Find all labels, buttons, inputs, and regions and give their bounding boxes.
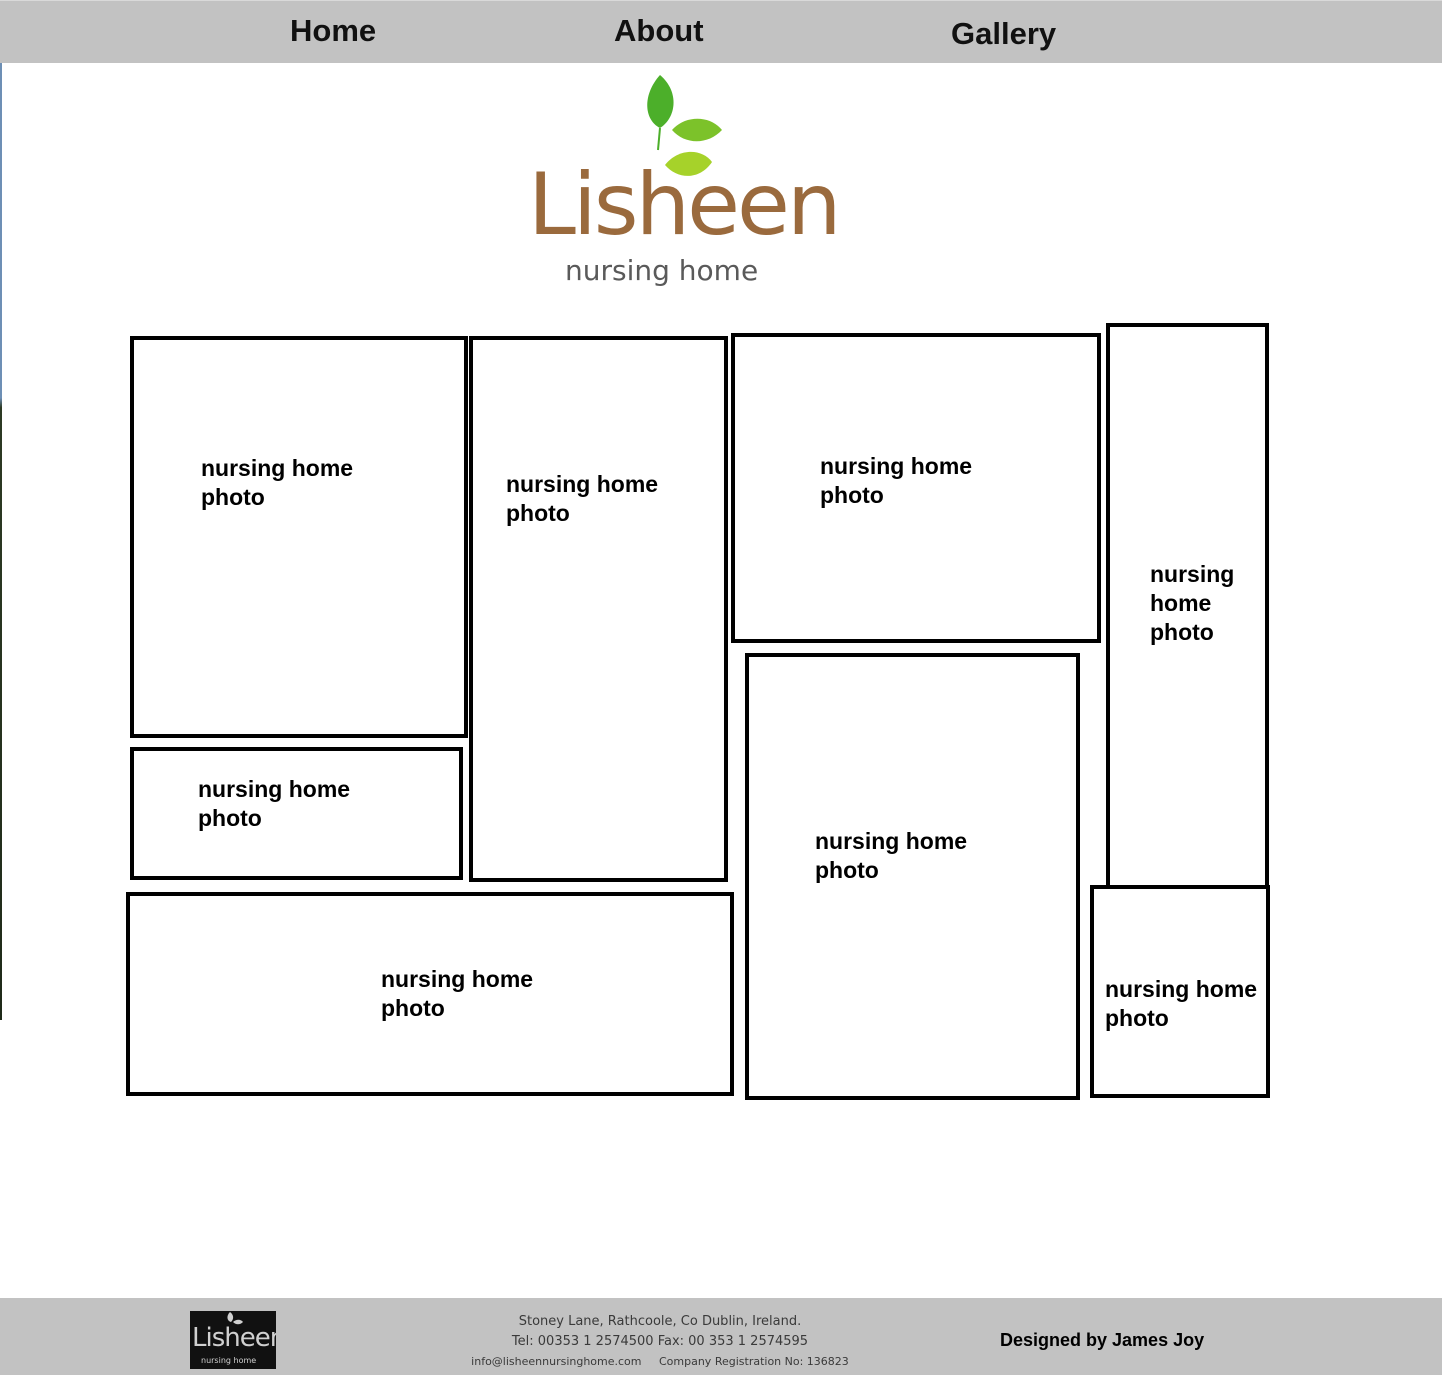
top-nav: Home About Gallery <box>0 0 1442 63</box>
photo-label: nursing home photo <box>1150 561 1235 645</box>
photo-placeholder[interactable]: nursing home photo <box>126 892 734 1096</box>
footer-logo-subtitle: nursing home <box>201 1356 257 1365</box>
nav-about-link[interactable]: About <box>614 15 704 46</box>
footer-phone-line: Tel: 00353 1 2574500 Fax: 00 353 1 25745… <box>511 1334 809 1349</box>
photo-placeholder[interactable]: nursing home photo <box>745 653 1080 1100</box>
photo-label: nursing home photo <box>201 455 354 510</box>
photo-label: nursing home photo <box>820 453 973 508</box>
footer-logo: Lisheen nursing home <box>190 1311 276 1369</box>
designed-by-credit: Designed by James Joy <box>1000 1330 1205 1350</box>
nav-home-link[interactable]: Home <box>290 15 376 46</box>
nav-gallery-link[interactable]: Gallery <box>951 18 1056 49</box>
photo-placeholder[interactable]: nursing home photo <box>1090 885 1270 1098</box>
footer-address: Stoney Lane, Rathcoole, Co Dublin, Irela… <box>440 1312 880 1371</box>
logo-wordmark: Lisheen <box>528 155 841 255</box>
logo-subtitle: nursing home <box>565 254 759 287</box>
footer-email-line: info@lisheennursinghome.com Company Regi… <box>471 1355 849 1368</box>
footer-logo-wordmark: Lisheen <box>192 1323 276 1353</box>
photo-placeholder[interactable]: nursing home photo <box>469 336 728 882</box>
photo-placeholder[interactable]: nursing home photo <box>130 747 463 880</box>
site-footer: Lisheen nursing home Stoney Lane, Rathco… <box>0 1298 1442 1375</box>
site-logo: Lisheen nursing home <box>520 70 841 300</box>
footer-address-line: Stoney Lane, Rathcoole, Co Dublin, Irela… <box>518 1314 802 1329</box>
photo-label: nursing home photo <box>506 471 659 526</box>
photo-label: nursing home photo <box>1105 976 1258 1031</box>
left-edge-strip <box>0 63 2 1020</box>
photo-label: nursing home photo <box>198 776 351 831</box>
photo-label: nursing home photo <box>815 828 968 883</box>
photo-placeholder[interactable]: nursing home photo <box>130 336 468 738</box>
photo-placeholder[interactable]: nursing home photo <box>731 333 1101 643</box>
photo-placeholder[interactable]: nursing home photo <box>1106 323 1269 890</box>
photo-label: nursing home photo <box>381 966 534 1021</box>
